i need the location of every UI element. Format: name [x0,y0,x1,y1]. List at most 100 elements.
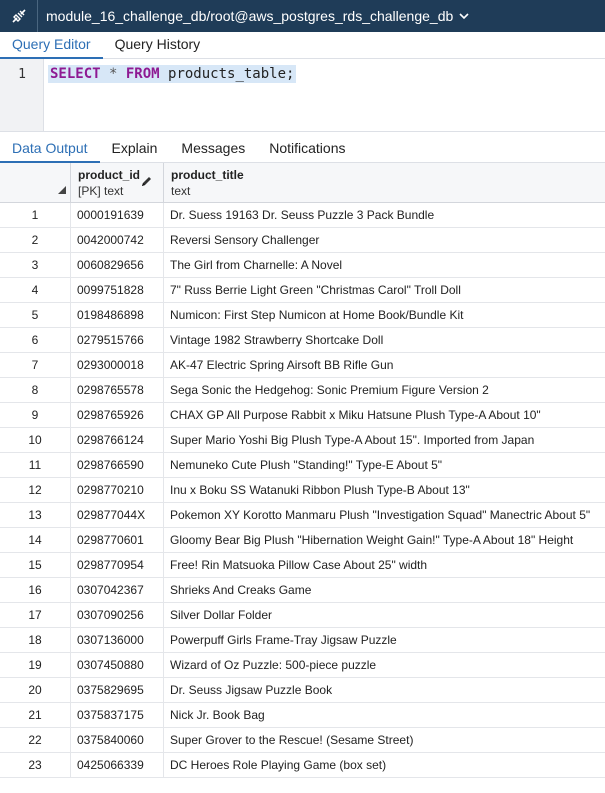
product-id-cell[interactable]: 029877044X [71,503,164,528]
row-number[interactable]: 10 [0,428,71,453]
table-row[interactable]: 23 0425066339 DC Heroes Role Playing Game … [0,753,605,778]
product-id-cell[interactable]: 0307450880 [71,653,164,678]
code-line[interactable]: SELECT * FROM products_table; [48,65,297,83]
product-title-cell[interactable]: The Girl from Charnelle: A Novel [164,253,605,278]
row-number-header[interactable] [0,163,71,203]
table-row[interactable]: 12 0298770210 Inu x Boku SS Watanuki Ribbo… [0,478,605,503]
table-row[interactable]: 21 0375837175 Nick Jr. Book Bag [0,703,605,728]
column-header-product-title[interactable]: product_title text [164,163,605,203]
product-title-cell[interactable]: Super Mario Yoshi Big Plush Type-A About… [164,428,605,453]
table-row[interactable]: 13 029877044X Pokemon XY Korotto Manmaru P… [0,503,605,528]
table-row[interactable]: 19 0307450880 Wizard of Oz Puzzle: 500-pie… [0,653,605,678]
product-title-cell[interactable]: Shrieks And Creaks Game [164,578,605,603]
product-title-cell[interactable]: Sega Sonic the Hedgehog: Sonic Premium F… [164,378,605,403]
row-number[interactable]: 16 [0,578,71,603]
table-row[interactable]: 7 0293000018 AK-47 Electric Spring Airsoft… [0,353,605,378]
sort-icon[interactable] [57,182,67,200]
tab-data-output[interactable]: Data Output [0,132,100,163]
product-title-cell[interactable]: Pokemon XY Korotto Manmaru Plush "Invest… [164,503,605,528]
product-title-cell[interactable]: Vintage 1982 Strawberry Shortcake Doll [164,328,605,353]
tab-explain[interactable]: Explain [100,132,170,163]
table-row[interactable]: 1 0000191639 Dr. Suess 19163 Dr. Seuss Puz… [0,203,605,228]
table-row[interactable]: 8 0298765578 Sega Sonic the Hedgehog: Soni… [0,378,605,403]
row-number[interactable]: 19 [0,653,71,678]
connection-label[interactable]: module_16_challenge_db/root@aws_postgres… [38,8,453,24]
table-row[interactable]: 11 0298766590 Nemuneko Cute Plush "Standin… [0,453,605,478]
pencil-icon[interactable] [140,175,153,193]
product-id-cell[interactable]: 0307090256 [71,603,164,628]
product-id-cell[interactable]: 0298770601 [71,528,164,553]
product-id-cell[interactable]: 0198486898 [71,303,164,328]
tab-query-editor[interactable]: Query Editor [0,32,103,59]
row-number[interactable]: 6 [0,328,71,353]
table-row[interactable]: 6 0279515766 Vintage 1982 Strawberry Short… [0,328,605,353]
product-id-cell[interactable]: 0375829695 [71,678,164,703]
tab-notifications[interactable]: Notifications [257,132,357,163]
connection-bar[interactable]: module_16_challenge_db/root@aws_postgres… [0,0,605,32]
column-header-product-id[interactable]: product_id [PK] text [71,163,164,203]
row-number[interactable]: 8 [0,378,71,403]
table-row[interactable]: 16 0307042367 Shrieks And Creaks Game [0,578,605,603]
product-title-cell[interactable]: Numicon: First Step Numicon at Home Book… [164,303,605,328]
table-row[interactable]: 10 0298766124 Super Mario Yoshi Big Plush … [0,428,605,453]
table-row[interactable]: 3 0060829656 The Girl from Charnelle: A No… [0,253,605,278]
tab-query-history[interactable]: Query History [103,32,213,59]
product-id-cell[interactable]: 0298765578 [71,378,164,403]
sql-editor[interactable]: 1 SELECT * FROM products_table; [0,59,605,132]
product-id-cell[interactable]: 0293000018 [71,353,164,378]
product-id-cell[interactable]: 0298770210 [71,478,164,503]
product-title-cell[interactable]: DC Heroes Role Playing Game (box set) [164,753,605,778]
product-title-cell[interactable]: Powerpuff Girls Frame-Tray Jigsaw Puzzle [164,628,605,653]
product-id-cell[interactable]: 0042000742 [71,228,164,253]
product-title-cell[interactable]: Nemuneko Cute Plush "Standing!" Type-E A… [164,453,605,478]
product-id-cell[interactable]: 0425066339 [71,753,164,778]
row-number[interactable]: 17 [0,603,71,628]
table-row[interactable]: 22 0375840060 Super Grover to the Rescue! … [0,728,605,753]
product-id-cell[interactable]: 0307136000 [71,628,164,653]
product-id-cell[interactable]: 0298770954 [71,553,164,578]
product-id-cell[interactable]: 0298766590 [71,453,164,478]
table-row[interactable]: 4 0099751828 7" Russ Berrie Light Green "C… [0,278,605,303]
product-title-cell[interactable]: Silver Dollar Folder [164,603,605,628]
row-number[interactable]: 21 [0,703,71,728]
product-id-cell[interactable]: 0099751828 [71,278,164,303]
row-number[interactable]: 20 [0,678,71,703]
chevron-down-icon[interactable] [459,12,469,20]
row-number[interactable]: 1 [0,203,71,228]
product-title-cell[interactable]: Dr. Suess 19163 Dr. Seuss Puzzle 3 Pack … [164,203,605,228]
product-title-cell[interactable]: Inu x Boku SS Watanuki Ribbon Plush Type… [164,478,605,503]
table-row[interactable]: 15 0298770954 Free! Rin Matsuoka Pillow Ca… [0,553,605,578]
product-title-cell[interactable]: Reversi Sensory Challenger [164,228,605,253]
row-number[interactable]: 4 [0,278,71,303]
product-title-cell[interactable]: AK-47 Electric Spring Airsoft BB Rifle G… [164,353,605,378]
row-number[interactable]: 13 [0,503,71,528]
row-number[interactable]: 11 [0,453,71,478]
row-number[interactable]: 18 [0,628,71,653]
row-number[interactable]: 14 [0,528,71,553]
table-row[interactable]: 17 0307090256 Silver Dollar Folder [0,603,605,628]
product-id-cell[interactable]: 0307042367 [71,578,164,603]
product-id-cell[interactable]: 0298765926 [71,403,164,428]
row-number[interactable]: 5 [0,303,71,328]
product-id-cell[interactable]: 0375837175 [71,703,164,728]
row-number[interactable]: 9 [0,403,71,428]
table-row[interactable]: 2 0042000742 Reversi Sensory Challenger [0,228,605,253]
product-id-cell[interactable]: 0298766124 [71,428,164,453]
product-title-cell[interactable]: Dr. Seuss Jigsaw Puzzle Book [164,678,605,703]
row-number[interactable]: 22 [0,728,71,753]
row-number[interactable]: 12 [0,478,71,503]
row-number[interactable]: 3 [0,253,71,278]
row-number[interactable]: 23 [0,753,71,778]
product-id-cell[interactable]: 0279515766 [71,328,164,353]
table-row[interactable]: 14 0298770601 Gloomy Bear Big Plush "Hiber… [0,528,605,553]
table-row[interactable]: 18 0307136000 Powerpuff Girls Frame-Tray J… [0,628,605,653]
product-id-cell[interactable]: 0375840060 [71,728,164,753]
row-number[interactable]: 15 [0,553,71,578]
product-id-cell[interactable]: 0060829656 [71,253,164,278]
product-title-cell[interactable]: Nick Jr. Book Bag [164,703,605,728]
product-title-cell[interactable]: CHAX GP All Purpose Rabbit x Miku Hatsun… [164,403,605,428]
table-row[interactable]: 5 0198486898 Numicon: First Step Numicon a… [0,303,605,328]
product-title-cell[interactable]: Super Grover to the Rescue! (Sesame Stre… [164,728,605,753]
product-title-cell[interactable]: Free! Rin Matsuoka Pillow Case About 25"… [164,553,605,578]
product-title-cell[interactable]: Gloomy Bear Big Plush "Hibernation Weigh… [164,528,605,553]
